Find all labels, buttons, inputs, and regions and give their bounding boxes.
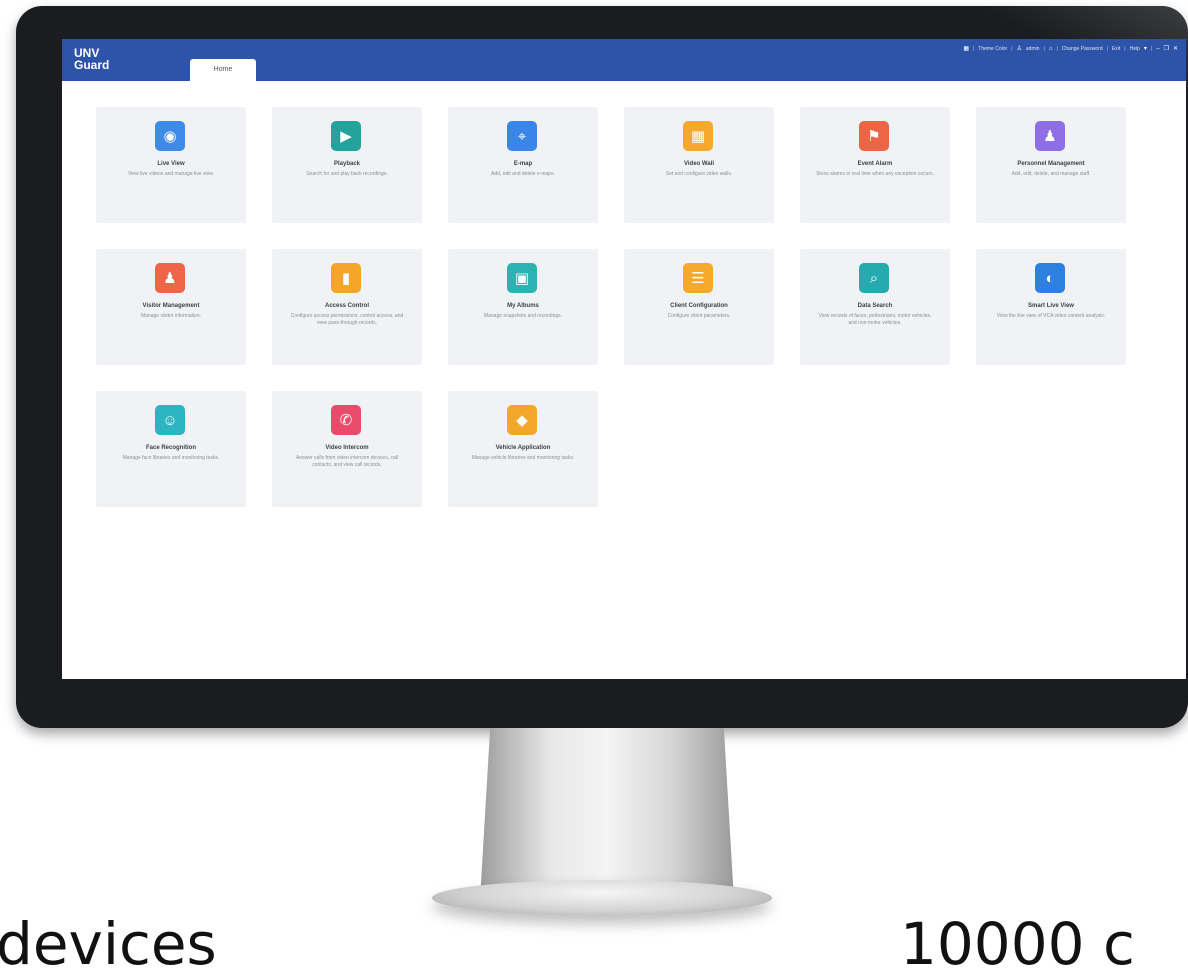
visitor-icon: ♟: [155, 263, 185, 293]
module-title: Live View: [157, 161, 185, 167]
module-title: Access Control: [324, 303, 369, 309]
module-title: Vehicle Application: [495, 445, 551, 451]
camera-icon: ◉: [155, 121, 185, 151]
grid-wall-icon: ▦: [683, 121, 713, 151]
separator: |: [1106, 45, 1108, 52]
separator: |: [1124, 45, 1126, 52]
personnel-icon: ♟: [1035, 121, 1065, 151]
module-card[interactable]: ▮ Access Control Configure access permissi…: [272, 249, 422, 365]
module-description: Show alarms in real time when any except…: [816, 171, 934, 177]
module-description: Manage visitor information.: [140, 313, 202, 319]
top-links: ▦ | Theme Color | ♙ admin | ⌂ | Change P…: [963, 45, 1178, 53]
module-card[interactable]: ▶ Playback Search for and play back record…: [272, 107, 422, 223]
door-icon: ▮: [331, 263, 361, 293]
module-title: Data Search: [857, 303, 893, 309]
lock-icon[interactable]: ⌂: [1049, 46, 1053, 52]
separator: |: [1011, 45, 1013, 52]
module-card[interactable]: ◐ Smart Live View View the live view of VC…: [976, 249, 1126, 365]
module-card[interactable]: ▣ My Albums Manage snapshots and recording…: [448, 249, 598, 365]
separator: |: [1056, 45, 1058, 52]
module-title: Event Alarm: [857, 161, 893, 167]
user-link[interactable]: admin: [1026, 46, 1040, 52]
module-card[interactable]: ☰ Client Configuration Configure client pa…: [624, 249, 774, 365]
module-card[interactable]: ⌕ Data Search View records of faces, pedes…: [800, 249, 950, 365]
module-card[interactable]: ⌖ E-map Add, edit and delete e-maps.: [448, 107, 598, 223]
title-bar: UNV Guard Home ▦ | Theme Color | ♙ admin…: [62, 39, 1186, 81]
module-description: Manage face libraries and monitoring tas…: [122, 455, 220, 461]
change-password-link[interactable]: Change Password: [1062, 46, 1103, 52]
module-title: Client Configuration: [670, 303, 728, 309]
module-title: Visitor Management: [142, 303, 200, 309]
module-title: Smart Live View: [1028, 303, 1074, 309]
module-description: Configure client parameters.: [667, 313, 731, 319]
module-card[interactable]: ♟ Personnel Management Add, edit, delete, …: [976, 107, 1126, 223]
module-title: Face Recognition: [145, 445, 196, 451]
module-card[interactable]: ◆ Vehicle Application Manage vehicle libra…: [448, 391, 598, 507]
help-link[interactable]: Help: [1130, 46, 1140, 52]
module-title: E-map: [513, 161, 533, 167]
smart-view-icon: ◐: [1035, 263, 1065, 293]
alarm-icon: ⚑: [859, 121, 889, 151]
module-title: Video Wall: [683, 161, 714, 167]
grid-icon[interactable]: ▦: [963, 45, 969, 52]
module-card[interactable]: ▦ Video Wall Set and configure video walls…: [624, 107, 774, 223]
module-title: Playback: [333, 161, 361, 167]
app-window: UNV Guard Home ▦ | Theme Color | ♙ admin…: [62, 39, 1186, 679]
separator: |: [1043, 45, 1045, 52]
separator: |: [972, 45, 975, 52]
module-description: Manage snapshots and recordings.: [483, 313, 563, 319]
config-icon: ☰: [683, 263, 713, 293]
module-card[interactable]: ⚑ Event Alarm Show alarms in real time whe…: [800, 107, 950, 223]
phone-icon: ✆: [331, 405, 361, 435]
brand-line2: Guard: [74, 58, 110, 72]
close-icon[interactable]: ✕: [1173, 45, 1178, 52]
module-card[interactable]: ♟ Visitor Management Manage visitor inform…: [96, 249, 246, 365]
module-card[interactable]: ✆ Video Intercom Answer calls from video i…: [272, 391, 422, 507]
module-title: Video Intercom: [325, 445, 369, 451]
module-card[interactable]: ☺ Face Recognition Manage face libraries a…: [96, 391, 246, 507]
face-icon: ☺: [155, 405, 185, 435]
app-logo: UNV Guard: [74, 47, 109, 71]
module-description: Set and configure video walls.: [665, 171, 733, 177]
module-description: Add, edit and delete e-maps.: [491, 171, 555, 177]
map-icon: ⌖: [507, 121, 537, 151]
module-title: My Albums: [507, 303, 539, 309]
minimize-icon[interactable]: –: [1156, 46, 1159, 52]
vehicle-icon: ◆: [507, 405, 537, 435]
album-icon: ▣: [507, 263, 537, 293]
playback-icon: ▶: [331, 121, 361, 151]
module-description: Manage vehicle libraries and monitoring …: [471, 455, 575, 461]
exit-link[interactable]: Exit: [1112, 46, 1120, 52]
monitor-neck: [480, 728, 734, 900]
caption-right: 10000 c: [900, 910, 1135, 978]
module-description: View records of faces, pedestrians, moto…: [818, 313, 932, 326]
module-description: Answer calls from video intercom devices…: [296, 455, 398, 468]
search-icon: ⌕: [859, 263, 889, 293]
module-description: Add, edit, delete, and manage staff.: [1011, 171, 1091, 177]
separator: |: [1150, 45, 1153, 52]
module-card[interactable]: ◉ Live View View live videos and manage li…: [96, 107, 246, 223]
module-title: Personnel Management: [1017, 161, 1085, 167]
user-icon: ♙: [1016, 46, 1022, 52]
restore-icon[interactable]: ❐: [1164, 45, 1169, 52]
chevron-down-icon[interactable]: ▾: [1144, 45, 1147, 52]
monitor-base: [432, 880, 772, 916]
module-description: Search for and play back recordings.: [306, 171, 388, 177]
caption-left: devices: [0, 910, 217, 978]
module-description: Configure access permissions, control ac…: [290, 313, 404, 326]
module-description: View live videos and manage live view.: [127, 171, 215, 177]
module-description: View the live view of VCA video content …: [996, 313, 1106, 319]
tab-home[interactable]: Home: [190, 59, 256, 81]
theme-color-link[interactable]: Theme Color: [978, 46, 1007, 52]
monitor-bezel: UNV Guard Home ▦ | Theme Color | ♙ admin…: [16, 6, 1188, 728]
